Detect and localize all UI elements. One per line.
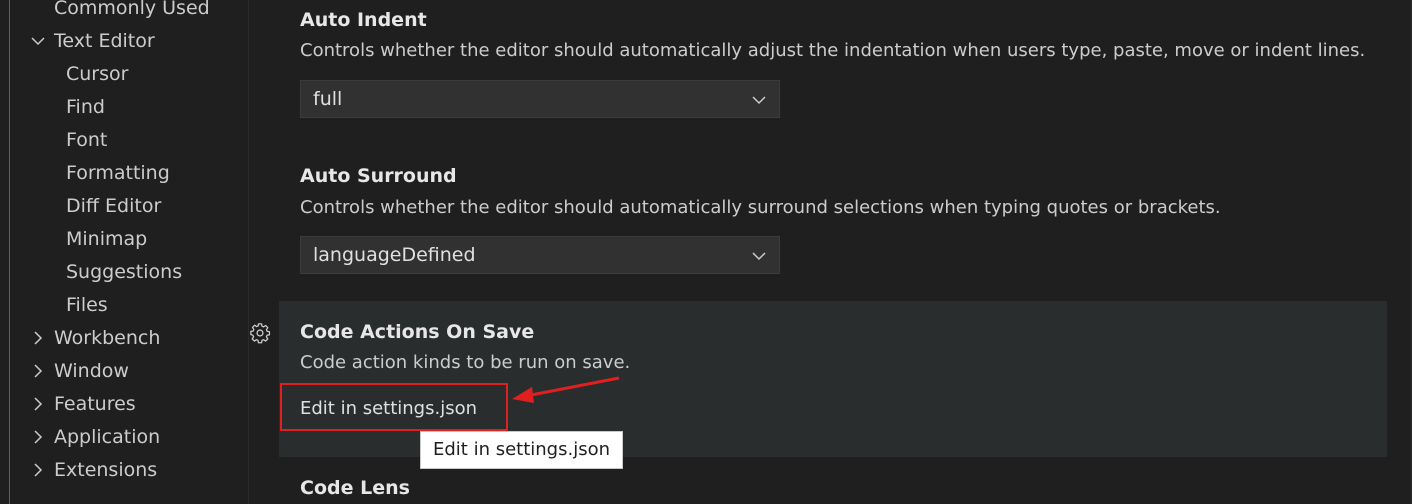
select-value: languageDefined	[313, 244, 476, 266]
toc-item-features[interactable]: Features	[30, 388, 136, 421]
toc-item-text-editor[interactable]: Text Editor	[30, 25, 155, 58]
toc-item-extensions[interactable]: Extensions	[30, 454, 157, 487]
setting-description-auto-indent: Controls whether the editor should autom…	[300, 40, 1366, 61]
toc-item-diff-editor[interactable]: Diff Editor	[66, 190, 161, 223]
chevron-right-icon	[30, 421, 46, 454]
toc-item-window[interactable]: Window	[30, 355, 129, 388]
toc-item-label: Diff Editor	[66, 195, 162, 217]
auto-surround-select[interactable]: languageDefined	[300, 236, 780, 274]
setting-title-code-actions-on-save: Code Actions On Save	[300, 321, 535, 343]
toc-item-label: Files	[66, 294, 108, 316]
toc-item-label: Find	[66, 96, 105, 118]
toc-item-suggestions[interactable]: Suggestions	[66, 256, 182, 289]
chevron-right-icon	[30, 355, 46, 388]
toc-item-label: Application	[54, 426, 161, 448]
auto-indent-select[interactable]: full	[300, 80, 780, 118]
tooltip: Edit in settings.json	[420, 431, 624, 469]
toc-item-label: Features	[54, 393, 136, 415]
gear-icon[interactable]	[249, 322, 271, 344]
toc-item-label: Text Editor	[54, 30, 155, 52]
toc-item-formatting[interactable]: Formatting	[66, 157, 170, 190]
toc-item-label: Extensions	[54, 459, 158, 481]
toc-item-label: Formatting	[66, 162, 170, 184]
toc-item-files[interactable]: Files	[66, 289, 108, 322]
toc-item-commonly-used[interactable]: Commonly Used	[54, 0, 210, 25]
setting-title-auto-surround: Auto Surround	[300, 165, 457, 187]
select-value: full	[313, 88, 343, 110]
chevron-right-icon	[30, 454, 46, 487]
annotation-highlight-box	[280, 383, 508, 431]
annotation-arrow	[512, 376, 620, 403]
chevron-right-icon	[30, 322, 46, 355]
setting-title-code-lens: Code Lens	[300, 477, 410, 499]
toc-item-label: Commonly Used	[54, 0, 210, 19]
toc-item-label: Font	[66, 129, 108, 151]
setting-description-code-actions-on-save: Code action kinds to be run on save.	[300, 352, 631, 373]
chevron-down-icon	[30, 25, 46, 58]
settings-window: Commonly Used Text Editor Cursor Find Fo…	[0, 0, 1412, 504]
toc-item-application[interactable]: Application	[30, 421, 160, 454]
toc-item-label: Workbench	[54, 327, 161, 349]
setting-title-auto-indent: Auto Indent	[300, 9, 427, 31]
toc-item-font[interactable]: Font	[66, 124, 107, 157]
chevron-right-icon	[30, 388, 46, 421]
chevron-down-icon	[751, 92, 767, 112]
toc-item-minimap[interactable]: Minimap	[66, 223, 147, 256]
settings-list: Auto Indent Controls whether the editor …	[249, 0, 1412, 504]
toc-item-label: Cursor	[66, 63, 129, 85]
toc-item-label: Minimap	[66, 228, 148, 250]
tree-indent-guide	[9, 0, 10, 504]
settings-toc-sidebar: Commonly Used Text Editor Cursor Find Fo…	[0, 0, 248, 504]
toc-item-label: Suggestions	[66, 261, 183, 283]
setting-description-auto-surround: Controls whether the editor should autom…	[300, 197, 1221, 218]
chevron-down-icon	[751, 248, 767, 268]
toc-item-label: Window	[54, 360, 129, 382]
toc-item-cursor[interactable]: Cursor	[66, 58, 128, 91]
toc-item-find[interactable]: Find	[66, 91, 105, 124]
toc-item-workbench[interactable]: Workbench	[30, 322, 160, 355]
